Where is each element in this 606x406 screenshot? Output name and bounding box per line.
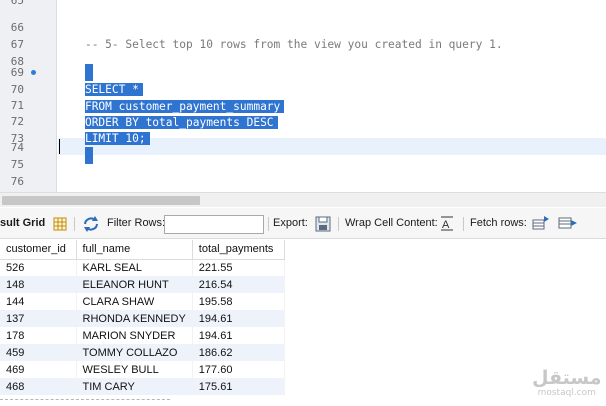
line-number: 66 xyxy=(10,21,24,34)
line-number: 70 xyxy=(10,83,24,96)
cell[interactable]: 194.61 xyxy=(192,327,285,344)
svg-text:A: A xyxy=(442,219,450,231)
line-number: 67 xyxy=(10,38,24,51)
scrollbar-thumb[interactable] xyxy=(2,196,200,205)
grid-bottom-divider xyxy=(0,399,170,400)
selection-block xyxy=(84,147,93,164)
export-icon[interactable] xyxy=(315,216,331,235)
cell[interactable]: 468 xyxy=(0,378,77,395)
column-header-total-payments[interactable]: total_payments xyxy=(192,240,285,260)
cell[interactable]: CLARA SHAW xyxy=(76,293,193,310)
cell[interactable]: 144 xyxy=(0,293,77,310)
code-line-select[interactable]: SELECT * xyxy=(58,64,606,96)
code-line-selected-empty[interactable] xyxy=(58,130,606,164)
sql-editor[interactable]: 65 66 67 68 69 70 71 72 73 74 75 76 -- 5… xyxy=(0,0,606,192)
watermark-logo: مستقل mostaql.com xyxy=(532,368,602,399)
result-toolbar: sult Grid Filter Rows: Export: Wrap Cell… xyxy=(0,208,606,239)
line-number: 75 xyxy=(10,158,24,171)
refresh-icon[interactable] xyxy=(82,216,100,235)
column-header-full-name[interactable]: full_name xyxy=(76,240,193,260)
table-row[interactable]: 148 ELEANOR HUNT 216.54 xyxy=(0,276,285,293)
export-label: Export: xyxy=(273,217,308,229)
header-row: customer_id full_name total_payments xyxy=(0,240,285,260)
editor-horizontal-scrollbar[interactable] xyxy=(0,192,606,207)
column-header-customer-id[interactable]: customer_id xyxy=(0,240,77,260)
cell[interactable]: 137 xyxy=(0,310,77,327)
result-table: customer_id full_name total_payments 526… xyxy=(0,240,285,395)
code-line-limit[interactable]: LIMIT 10; xyxy=(58,113,606,145)
cell[interactable]: KARL SEAL xyxy=(76,259,193,276)
line-number: 76 xyxy=(10,175,24,188)
code-line-order-by[interactable]: ORDER BY total_payments DESC xyxy=(58,97,606,129)
table-row[interactable]: 459 TOMMY COLLAZO 186.62 xyxy=(0,344,285,361)
cell[interactable]: TOMMY COLLAZO xyxy=(76,344,193,361)
table-row[interactable]: 468 TIM CARY 175.61 xyxy=(0,378,285,395)
cell[interactable]: 194.61 xyxy=(192,310,285,327)
cell[interactable]: MARION SNYDER xyxy=(76,327,193,344)
cell[interactable]: 221.55 xyxy=(192,259,285,276)
line-number: 72 xyxy=(10,115,24,128)
table-row[interactable]: 526 KARL SEAL 221.55 xyxy=(0,259,285,276)
cell[interactable]: 186.62 xyxy=(192,344,285,361)
cell[interactable]: 526 xyxy=(0,259,77,276)
fetch-next-icon[interactable] xyxy=(532,215,550,234)
fetch-rows-label: Fetch rows: xyxy=(470,217,527,229)
table-row[interactable]: 178 MARION SNYDER 194.61 xyxy=(0,327,285,344)
cell[interactable]: RHONDA KENNEDY xyxy=(76,310,193,327)
watermark-latin: mostaql.com xyxy=(537,388,596,398)
result-grid[interactable]: customer_id full_name total_payments 526… xyxy=(0,240,606,400)
result-grid-tab[interactable]: sult Grid xyxy=(0,208,45,239)
wrap-cell-icon[interactable]: A xyxy=(440,216,454,235)
table-row[interactable]: 144 CLARA SHAW 195.58 xyxy=(0,293,285,310)
text-caret xyxy=(59,139,60,154)
cell[interactable]: WESLEY BULL xyxy=(76,361,193,378)
line-number: 74 xyxy=(10,141,24,154)
cell[interactable]: TIM CARY xyxy=(76,378,193,395)
fetch-all-icon[interactable] xyxy=(558,215,578,234)
cell[interactable]: 216.54 xyxy=(192,276,285,293)
cell[interactable]: 148 xyxy=(0,276,77,293)
watermark-arabic: مستقل xyxy=(532,367,602,389)
cell[interactable]: 469 xyxy=(0,361,77,378)
cell[interactable]: ELEANOR HUNT xyxy=(76,276,193,293)
table-row[interactable]: 469 WESLEY BULL 177.60 xyxy=(0,361,285,378)
filter-rows-input[interactable] xyxy=(164,215,264,234)
line-number: 69 xyxy=(10,66,24,79)
line-number: 71 xyxy=(10,99,24,112)
code-line-selected-empty[interactable] xyxy=(58,47,606,81)
filter-rows-label: Filter Rows: xyxy=(107,217,166,229)
cell[interactable]: 195.58 xyxy=(192,293,285,310)
result-grid-icon[interactable] xyxy=(53,217,67,234)
line-number: 65 xyxy=(10,0,24,7)
cell[interactable]: 177.60 xyxy=(192,361,285,378)
cell[interactable]: 175.61 xyxy=(192,378,285,395)
code-line-comment[interactable]: -- 5- Select top 10 rows from the view y… xyxy=(58,19,606,51)
fold-strip xyxy=(42,0,57,192)
breakpoint-dot-icon[interactable] xyxy=(31,70,36,75)
cell[interactable]: 178 xyxy=(0,327,77,344)
table-row[interactable]: 137 RHONDA KENNEDY 194.61 xyxy=(0,310,285,327)
code-line-from[interactable]: FROM customer_payment_summary xyxy=(58,81,606,113)
cell[interactable]: 459 xyxy=(0,344,77,361)
wrap-cell-content-label: Wrap Cell Content: xyxy=(345,217,438,229)
